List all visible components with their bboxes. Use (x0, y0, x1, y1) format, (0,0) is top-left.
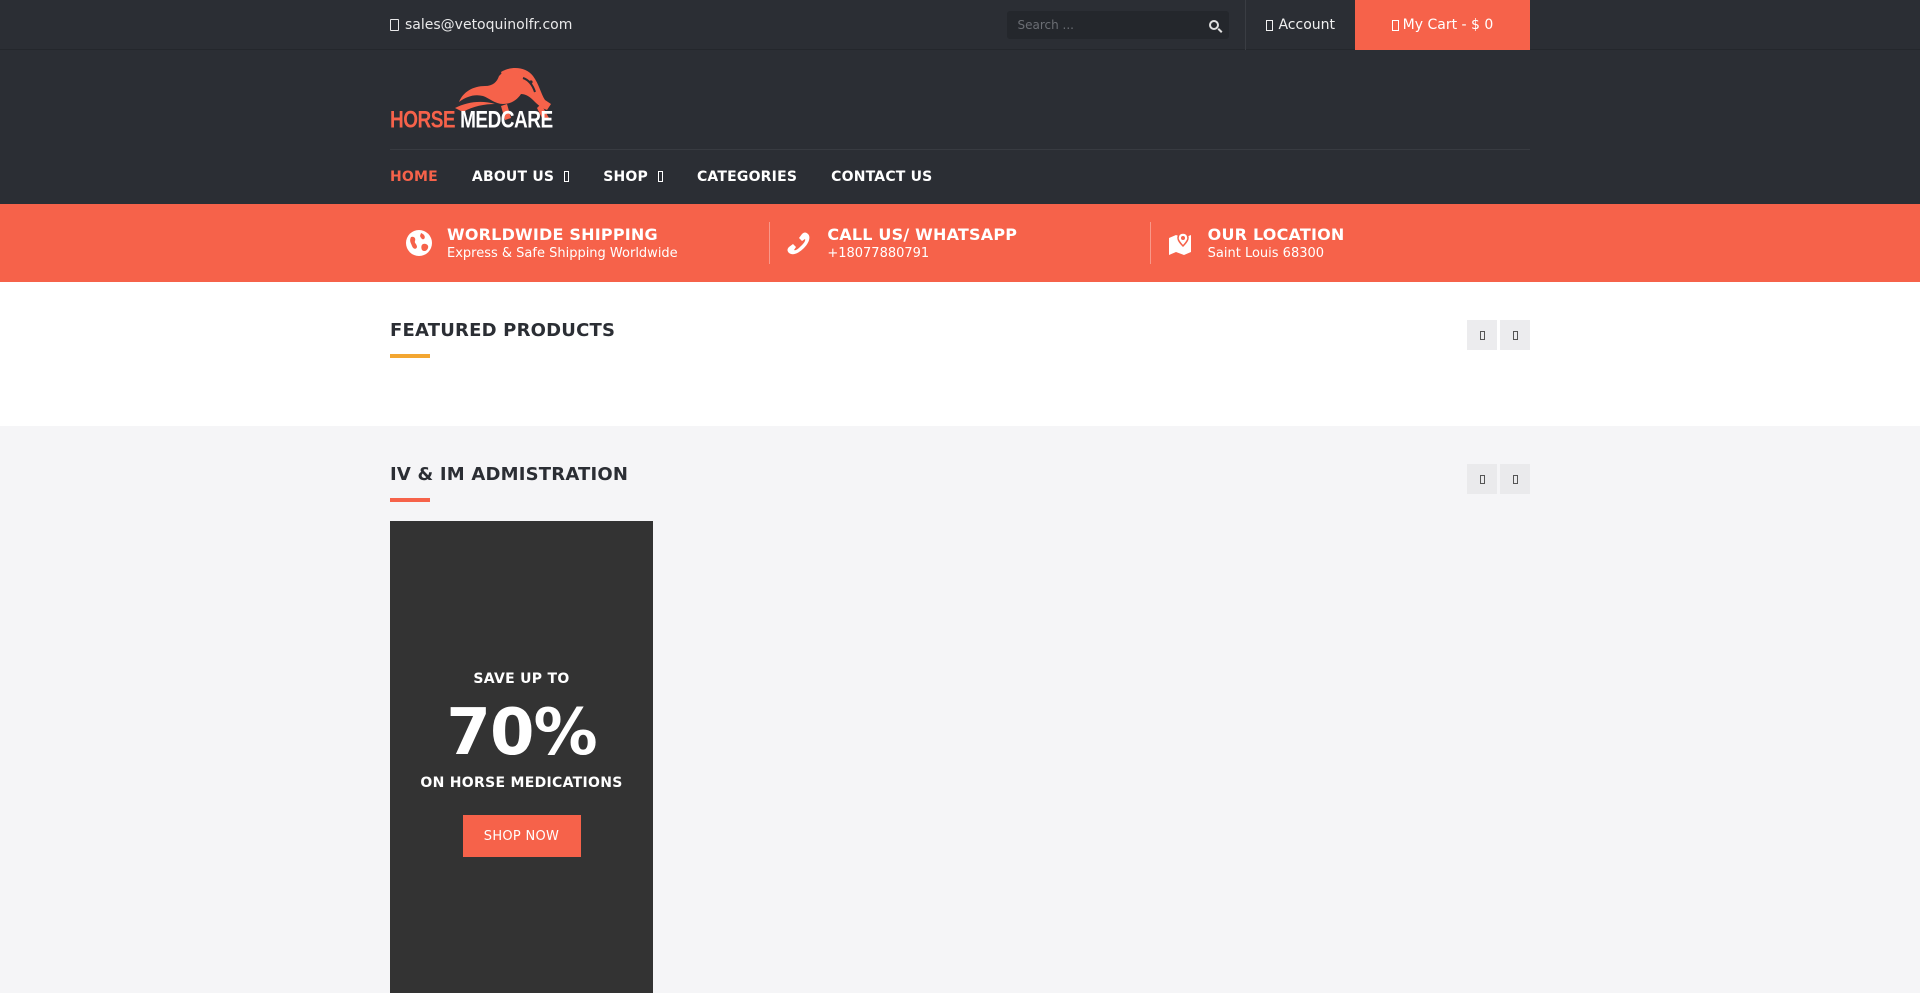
nav-home-label: HOME (390, 168, 438, 185)
nav-about-label: ABOUT US (471, 168, 555, 185)
cart-icon (1391, 19, 1399, 31)
feature-title: WORLDWIDE SHIPPING (447, 225, 658, 244)
user-icon (1266, 19, 1274, 31)
iv-im-section: IV & IM ADMISTRATION SAVE UP TO 70% ON H… (0, 426, 1920, 993)
next-button[interactable] (1500, 320, 1530, 350)
promo-banner: SAVE UP TO 70% ON HORSE MEDICATIONS SHOP… (390, 521, 653, 993)
promo-line-1: SAVE UP TO (473, 671, 570, 687)
email-text: sales@vetoquinolfr.com (405, 17, 573, 33)
features-bar: WORLDWIDE SHIPPING Express & Safe Shippi… (0, 204, 1920, 282)
nav-categories-label: CATEGORIES (696, 168, 798, 185)
feature-subtitle[interactable]: +18077880791 (827, 246, 1017, 261)
section-underline (390, 498, 430, 502)
chevron-down-icon (657, 171, 663, 182)
feature-location: OUR LOCATION Saint Louis 68300 (1149, 222, 1530, 264)
account-label: Account (1278, 17, 1335, 33)
phone-icon (787, 232, 810, 255)
chevron-right-icon (1512, 330, 1518, 340)
shop-now-button[interactable]: SHOP NOW (462, 815, 581, 857)
section-underline (390, 354, 430, 358)
nav-contact-label: CONTACT US (831, 168, 933, 185)
logo-row: HORSE MEDCARE (390, 50, 1530, 150)
prev-button[interactable] (1467, 320, 1497, 350)
section-title: FEATURED PRODUCTS (390, 320, 616, 341)
feature-title: OUR LOCATION (1207, 225, 1345, 244)
main-nav: HOME ABOUT US SHOP CATEGORIES CONTACT US (390, 150, 1530, 203)
next-button[interactable] (1500, 464, 1530, 494)
site-logo[interactable]: HORSE MEDCARE (390, 64, 553, 136)
carousel-controls (1467, 320, 1530, 350)
logo-text-medcare: MEDCARE (460, 106, 553, 133)
nav-home[interactable]: HOME (390, 169, 438, 185)
search-box (1007, 11, 1230, 39)
cart-button[interactable]: My Cart - $ 0 (1355, 0, 1530, 50)
map-marker-icon (1168, 232, 1191, 255)
search-icon[interactable] (1209, 20, 1220, 30)
envelope-icon (390, 19, 399, 31)
nav-shop-label: SHOP (603, 168, 648, 185)
contact-email[interactable]: sales@vetoquinolfr.com (390, 17, 572, 33)
feature-title: CALL US/ WHATSAPP (827, 225, 1018, 244)
feature-shipping: WORLDWIDE SHIPPING Express & Safe Shippi… (390, 222, 769, 264)
section-title: IV & IM ADMISTRATION (390, 464, 629, 485)
account-link[interactable]: Account (1246, 0, 1355, 50)
chevron-left-icon (1479, 474, 1485, 484)
chevron-down-icon (564, 171, 570, 182)
promo-percent: 70% (446, 696, 597, 770)
nav-categories[interactable]: CATEGORIES (697, 169, 797, 185)
promo-line-2: ON HORSE MEDICATIONS (420, 775, 623, 791)
nav-contact[interactable]: CONTACT US (831, 169, 932, 185)
nav-about[interactable]: ABOUT US (471, 168, 570, 185)
chevron-left-icon (1479, 330, 1485, 340)
feature-subtitle: Express & Safe Shipping Worldwide (447, 246, 678, 261)
prev-button[interactable] (1467, 464, 1497, 494)
chevron-right-icon (1512, 474, 1518, 484)
nav-shop[interactable]: SHOP (603, 169, 663, 185)
top-bar: sales@vetoquinolfr.com Account My Cart -… (0, 0, 1920, 50)
globe-icon (406, 230, 432, 256)
feature-subtitle: Saint Louis 68300 (1207, 246, 1325, 261)
search-input[interactable] (1017, 18, 1188, 32)
feature-call: CALL US/ WHATSAPP +18077880791 (769, 222, 1149, 264)
carousel-controls (1467, 464, 1530, 494)
cart-label: My Cart - $ 0 (1402, 17, 1494, 33)
site-header: HORSE MEDCARE HOME ABOUT US SHOP CATEGOR… (0, 50, 1920, 204)
featured-products-section: FEATURED PRODUCTS (0, 282, 1920, 426)
logo-text-horse: HORSE (390, 106, 456, 133)
